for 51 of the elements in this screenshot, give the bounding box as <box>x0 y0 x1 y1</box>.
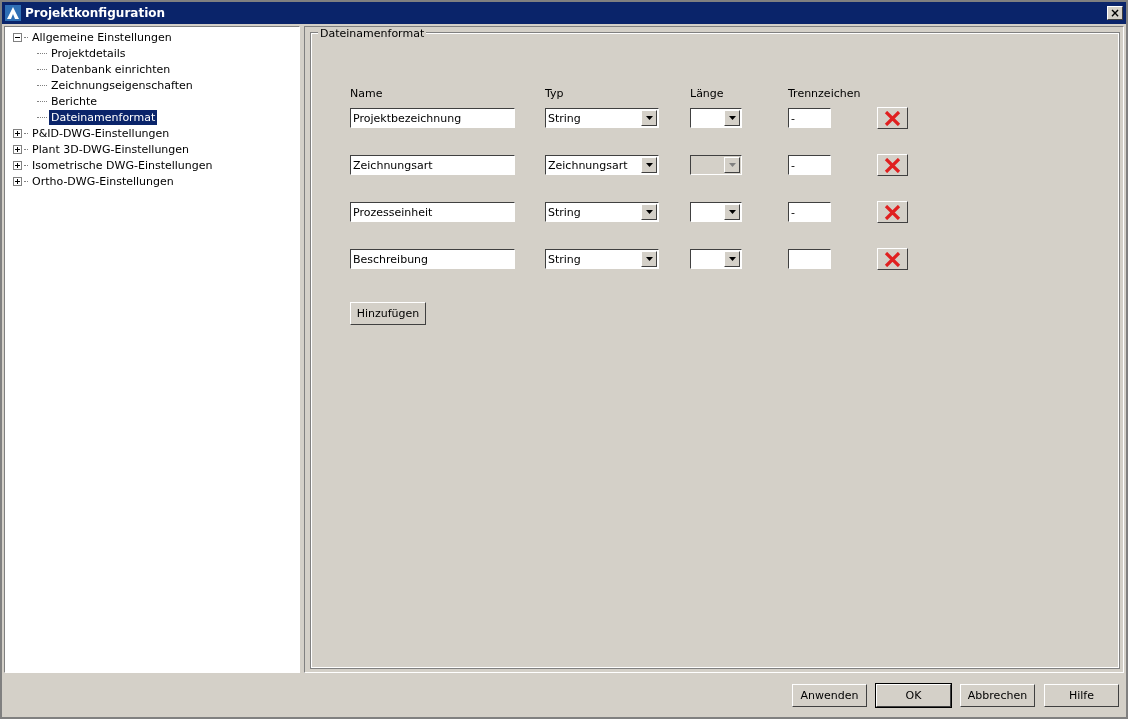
expand-icon[interactable] <box>13 160 22 170</box>
close-icon <box>884 204 901 220</box>
dialog-button[interactable]: Anwenden <box>792 683 867 707</box>
tree-item[interactable]: P&ID-DWG-Einstellungen <box>30 125 172 141</box>
dialog-button[interactable]: Abbrechen <box>960 683 1035 707</box>
app-logo-icon <box>5 5 21 21</box>
collapse-icon[interactable] <box>13 32 22 42</box>
dialog-button[interactable]: OK <box>876 683 951 707</box>
separator-field[interactable]: - <box>788 155 831 175</box>
length-dropdown[interactable] <box>690 202 742 222</box>
delete-button[interactable] <box>877 248 908 270</box>
tree-item[interactable]: Plant 3D-DWG-Einstellungen <box>30 141 192 157</box>
tree-item[interactable]: Ortho-DWG-Einstellungen <box>30 173 176 189</box>
group-title: Dateinamenformat <box>318 27 427 40</box>
tree-item[interactable]: Berichte <box>49 93 99 109</box>
delete-button[interactable] <box>877 154 908 176</box>
separator-field[interactable]: - <box>788 108 831 128</box>
column-header: Trennzeichen <box>788 87 861 100</box>
tree-item[interactable]: Isometrische DWG-Einstellungen <box>30 157 215 173</box>
tree-item[interactable]: Allgemeine Einstellungen <box>30 29 174 45</box>
tree-item[interactable]: Dateinamenformat <box>49 109 158 125</box>
tree-item[interactable]: Zeichnungseigenschaften <box>49 77 195 93</box>
dialog-button[interactable]: Hilfe <box>1044 683 1119 707</box>
expand-icon[interactable] <box>13 176 22 186</box>
expand-icon[interactable] <box>13 144 22 154</box>
window-title: Projektkonfiguration <box>25 6 167 20</box>
name-field[interactable]: Zeichnungsart <box>350 155 515 175</box>
tree-item[interactable]: Projektdetails <box>49 45 128 61</box>
expand-icon[interactable] <box>13 128 22 138</box>
type-dropdown[interactable]: String <box>545 108 659 128</box>
close-button[interactable]: × <box>1107 6 1123 20</box>
separator-field[interactable] <box>788 249 831 269</box>
column-header: Name <box>350 87 383 100</box>
tree-item[interactable]: Datenbank einrichten <box>49 61 173 77</box>
column-header: Typ <box>545 87 564 100</box>
name-field[interactable]: Projektbezeichnung <box>350 108 515 128</box>
type-dropdown[interactable]: Zeichnungsart <box>545 155 659 175</box>
close-icon <box>884 251 901 267</box>
type-dropdown[interactable]: String <box>545 202 659 222</box>
close-icon <box>884 110 901 126</box>
length-dropdown[interactable] <box>690 249 742 269</box>
close-icon <box>884 157 901 173</box>
add-button[interactable]: Hinzufügen <box>350 302 426 325</box>
delete-button[interactable] <box>877 107 908 129</box>
column-header: Länge <box>690 87 724 100</box>
delete-button[interactable] <box>877 201 908 223</box>
type-dropdown[interactable]: String <box>545 249 659 269</box>
name-field[interactable]: Beschreibung <box>350 249 515 269</box>
separator-field[interactable]: - <box>788 202 831 222</box>
name-field[interactable]: Prozesseinheit <box>350 202 515 222</box>
length-dropdown[interactable] <box>690 108 742 128</box>
